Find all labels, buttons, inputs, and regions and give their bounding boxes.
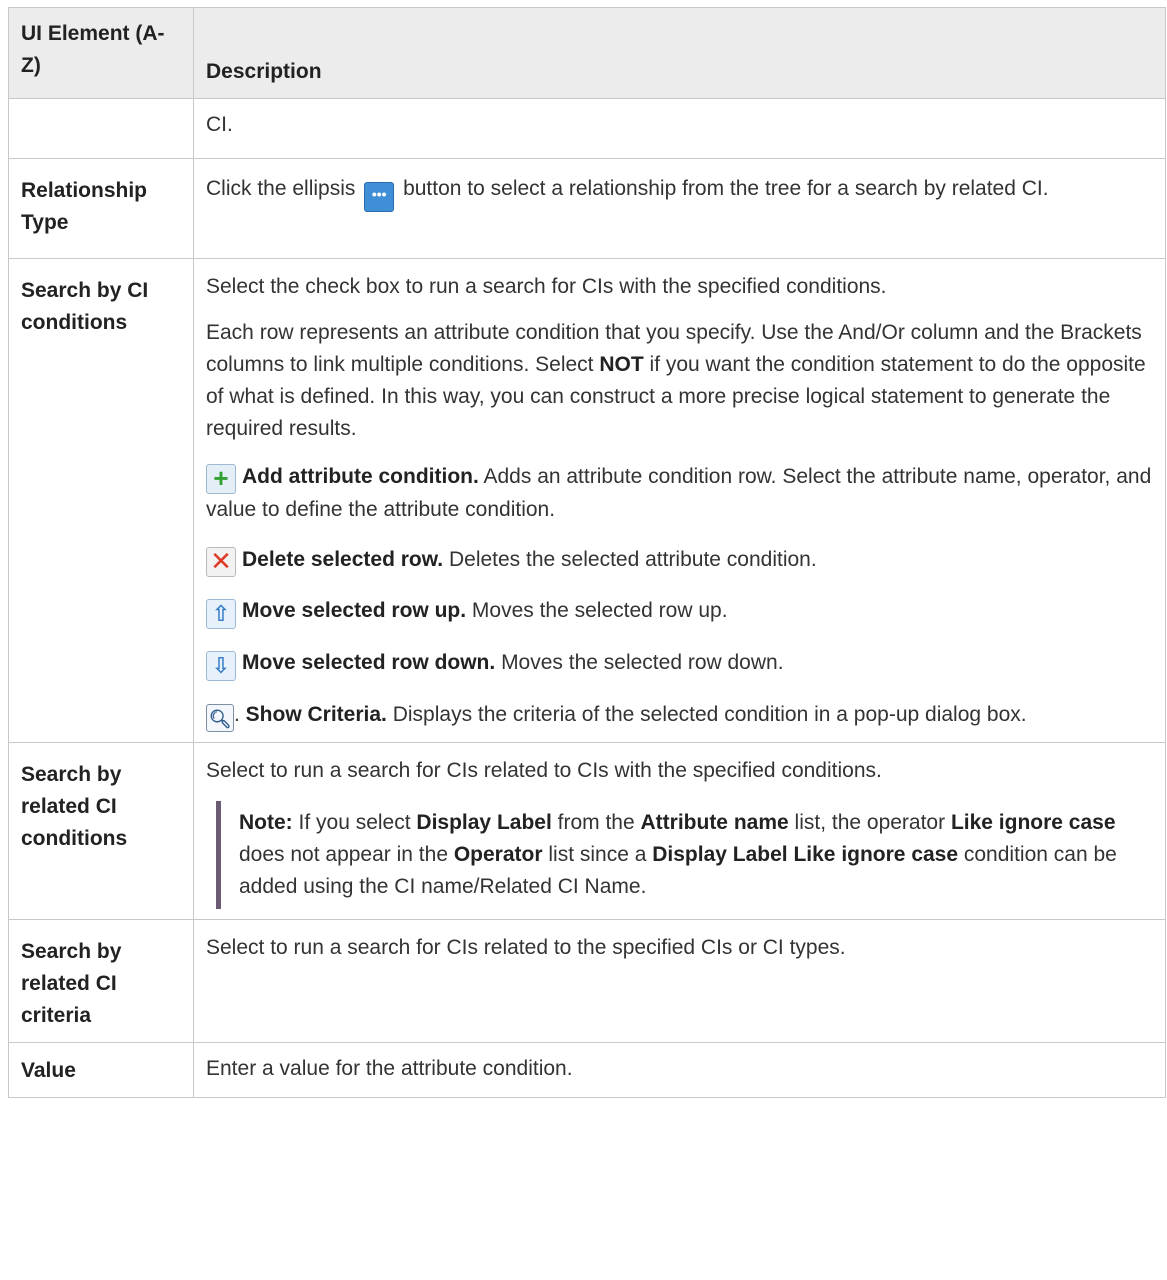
table-row: Relationship Type Click the ellipsis •••…: [8, 158, 1166, 259]
row-name: Search by related CI conditions: [8, 742, 194, 920]
move-down-icon[interactable]: ⇩: [206, 651, 236, 681]
row-desc: Select to run a search for CIs related t…: [193, 919, 1166, 1043]
delete-icon[interactable]: ✕: [206, 547, 236, 577]
table-row: Value Enter a value for the attribute co…: [8, 1042, 1166, 1098]
table-row: CI.: [8, 98, 1166, 159]
magnifier-icon[interactable]: 🔍︎: [206, 704, 234, 732]
ui-element-table: UI Element (A-Z) Description CI. Relatio…: [8, 7, 1166, 1098]
move-up-icon[interactable]: ⇧: [206, 599, 236, 629]
table-header-row: UI Element (A-Z) Description: [8, 7, 1166, 99]
row-desc: Click the ellipsis ••• button to select …: [193, 158, 1166, 259]
header-ui-element: UI Element (A-Z): [8, 7, 194, 99]
add-icon[interactable]: +: [206, 464, 236, 494]
table-row: Search by CI conditions Select the check…: [8, 258, 1166, 743]
header-description: Description: [193, 7, 1166, 99]
note-box: Note: If you select Display Label from t…: [216, 801, 1153, 909]
table-row: Search by related CI criteria Select to …: [8, 919, 1166, 1043]
ellipsis-icon[interactable]: •••: [364, 182, 395, 212]
table-row: Search by related CI conditions Select t…: [8, 742, 1166, 920]
row-name: Search by related CI criteria: [8, 919, 194, 1043]
row-desc: CI.: [193, 98, 1166, 159]
row-name: Relationship Type: [8, 158, 194, 259]
row-desc: Select the check box to run a search for…: [193, 258, 1166, 743]
row-desc: Select to run a search for CIs related t…: [193, 742, 1166, 920]
row-desc: Enter a value for the attribute conditio…: [193, 1042, 1166, 1098]
row-name: Search by CI conditions: [8, 258, 194, 743]
row-name: Value: [8, 1042, 194, 1098]
row-name-empty: [8, 98, 194, 159]
